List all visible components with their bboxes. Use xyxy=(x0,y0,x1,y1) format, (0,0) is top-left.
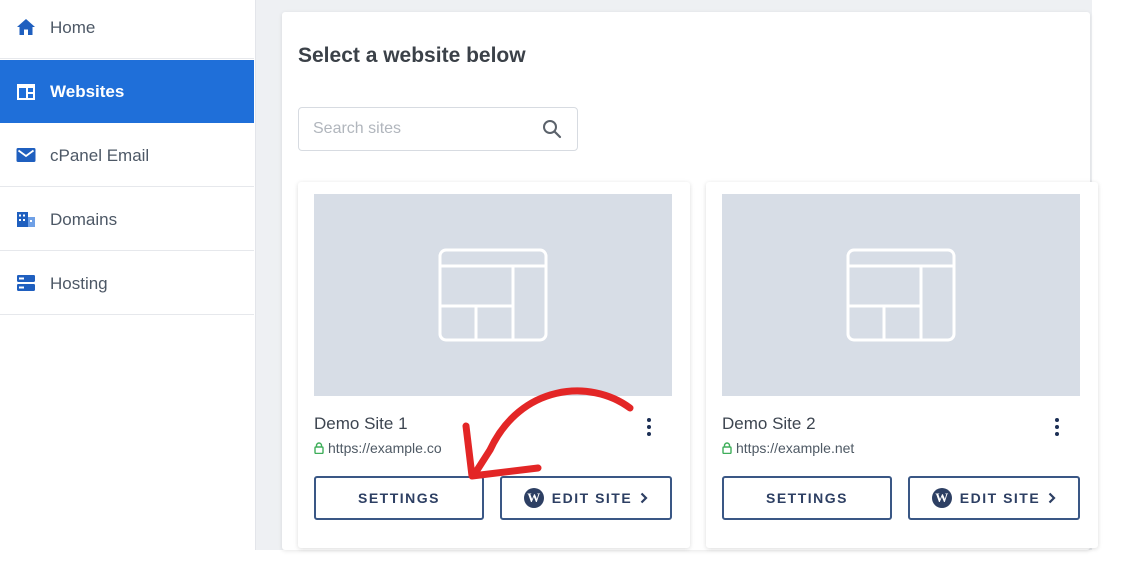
layout-placeholder-icon xyxy=(846,248,956,342)
page-title: Select a website below xyxy=(298,44,526,67)
site-url-text: https://example.co xyxy=(328,440,442,456)
settings-button[interactable]: SETTINGS xyxy=(314,476,484,520)
layout-placeholder-icon xyxy=(438,248,548,342)
sidebar: Home Websites cPanel Email Domains Hosti xyxy=(0,0,256,550)
home-icon xyxy=(14,17,38,37)
sidebar-item-domains[interactable]: Domains xyxy=(0,188,254,251)
domains-icon xyxy=(14,209,38,229)
sidebar-item-cpanel-email[interactable]: cPanel Email xyxy=(0,124,254,187)
websites-panel: Select a website below Search sites Demo… xyxy=(282,12,1098,550)
wordpress-icon: W xyxy=(931,488,952,508)
site-url[interactable]: https://example.net xyxy=(722,440,854,456)
wordpress-icon: W xyxy=(523,488,544,508)
site-url-text: https://example.net xyxy=(736,440,855,456)
websites-icon xyxy=(14,82,38,102)
sidebar-item-websites[interactable]: Websites xyxy=(0,60,254,123)
edit-site-label: EDIT SITE xyxy=(551,490,633,506)
edit-site-button[interactable]: W EDIT SITE xyxy=(908,476,1080,520)
sidebar-item-hosting[interactable]: Hosting xyxy=(0,252,254,315)
sidebar-item-home[interactable]: Home xyxy=(0,0,254,59)
site-card: Demo Site 1 https://example.co SETTINGS … xyxy=(298,182,690,548)
search-box xyxy=(298,107,578,151)
site-name: Demo Site 2 xyxy=(722,414,816,433)
more-options-icon[interactable] xyxy=(644,416,654,438)
sidebar-item-label: Websites xyxy=(50,82,125,101)
settings-button[interactable]: SETTINGS xyxy=(722,476,892,520)
edit-site-label: EDIT SITE xyxy=(959,490,1041,506)
settings-button-label: SETTINGS xyxy=(357,490,440,506)
search-input[interactable] xyxy=(313,120,541,138)
main-area: Select a website below Search sites Demo… xyxy=(256,0,1098,550)
lock-icon xyxy=(722,442,732,454)
site-url[interactable]: https://example.co xyxy=(314,440,442,456)
site-thumbnail[interactable] xyxy=(722,194,1080,396)
site-name: Demo Site 1 xyxy=(314,414,408,433)
sidebar-item-label: Domains xyxy=(50,209,118,229)
chevron-right-icon xyxy=(1048,492,1056,504)
sidebar-item-label: Home xyxy=(50,17,96,37)
chevron-right-icon xyxy=(640,492,648,504)
sidebar-item-label: cPanel Email xyxy=(50,145,150,165)
server-icon xyxy=(14,273,38,293)
site-thumbnail[interactable] xyxy=(314,194,672,396)
sidebar-item-label: Hosting xyxy=(50,273,108,293)
search-icon[interactable] xyxy=(541,118,563,140)
settings-button-label: SETTINGS xyxy=(765,490,848,506)
site-card: Demo Site 2 https://example.net SETTINGS… xyxy=(706,182,1098,548)
more-options-icon[interactable] xyxy=(1052,416,1062,438)
mail-icon xyxy=(14,145,38,165)
lock-icon xyxy=(314,442,324,454)
edit-site-button[interactable]: W EDIT SITE xyxy=(500,476,672,520)
